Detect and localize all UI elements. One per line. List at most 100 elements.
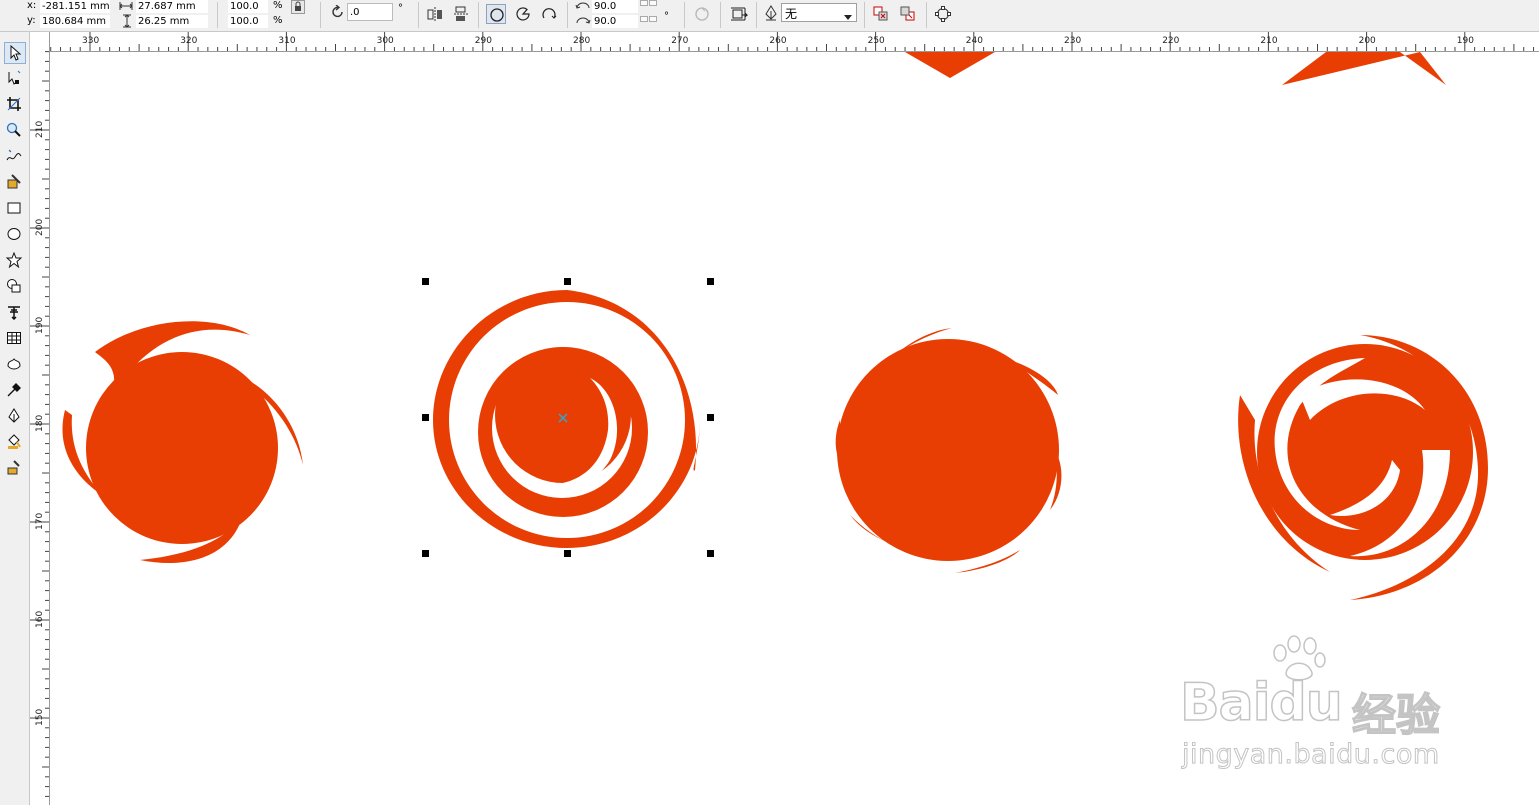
text-tool[interactable]	[4, 302, 26, 324]
star-shape-partial[interactable]	[905, 52, 995, 78]
selection-handle-left[interactable]	[422, 414, 429, 421]
direction-button[interactable]	[692, 4, 712, 24]
convert-to-curves-button[interactable]	[933, 4, 953, 24]
ruler-label: 180	[35, 415, 45, 432]
watermark-url: jingyan.baidu.com	[1182, 739, 1440, 771]
ruler-label: 190	[35, 317, 45, 334]
selection-handle-bottom[interactable]	[564, 550, 571, 557]
rotation-field[interactable]: .0	[347, 3, 393, 21]
ruler-label: 240	[966, 36, 983, 46]
pie-mode-button[interactable]	[513, 4, 533, 24]
shape-tool[interactable]	[4, 68, 26, 90]
percent-label-x: %	[273, 0, 283, 11]
x-position-field[interactable]: -281.151 mm	[40, 0, 110, 13]
selection-handle-top[interactable]	[564, 278, 571, 285]
degree-label-start: °	[664, 0, 669, 7]
ruler-label: 160	[35, 611, 45, 628]
baidu-jingyan-watermark: Baidu 经验 jingyan.baidu.com	[1179, 635, 1460, 775]
degree-label-end: °	[664, 11, 669, 22]
star-shape-partial-2[interactable]	[1282, 52, 1446, 85]
percent-label-y: %	[273, 15, 283, 26]
watermark-jingyan-text: 经验	[1351, 689, 1441, 742]
interactive-fill-tool[interactable]	[4, 458, 26, 480]
degree-label: °	[398, 3, 403, 14]
end-angle-up[interactable]	[649, 16, 657, 22]
ruler-label: 150	[35, 709, 45, 726]
selection-handle-bottom-left[interactable]	[422, 550, 429, 557]
toolbox	[0, 32, 30, 805]
selection-handle-bottom-right[interactable]	[707, 550, 714, 557]
spiral-galaxy-shape[interactable]	[1238, 335, 1488, 600]
ruler-label: 250	[868, 36, 885, 46]
ruler-label: 230	[1064, 36, 1081, 46]
ruler-label: 260	[769, 36, 786, 46]
polygon-tool[interactable]	[4, 250, 26, 272]
start-angle-field[interactable]: 90.0	[592, 0, 638, 13]
mirror-vertical-button[interactable]	[451, 4, 471, 24]
outline-pen-icon	[764, 5, 778, 24]
ruler-label: 210	[1260, 36, 1277, 46]
zoom-tool[interactable]	[4, 120, 26, 142]
y-position-field[interactable]: 180.684 mm	[40, 15, 110, 28]
property-bar: x: -281.151 mm y: 180.684 mm 27.687 mm 2…	[0, 0, 1539, 32]
horizontal-ruler[interactable]: 330 320 310 300 290 280 270 260 250 240 230 220 210 2…	[49, 32, 1539, 52]
scale-y-field[interactable]: 100.0	[228, 15, 268, 28]
fill-tool[interactable]	[4, 432, 26, 454]
outline-width-select[interactable]: 无	[781, 3, 857, 22]
selection-handle-top-left[interactable]	[422, 278, 429, 285]
ruler-label: 330	[82, 36, 99, 46]
ruler-label: 190	[1457, 36, 1474, 46]
vertical-ruler[interactable]: 210 200 190 180 170 160 150	[30, 32, 50, 805]
basic-shapes-tool[interactable]	[4, 276, 26, 298]
to-back-button[interactable]	[898, 4, 918, 24]
y-label: y:	[27, 15, 36, 26]
mirror-horizontal-button[interactable]	[425, 4, 445, 24]
start-angle-icon	[575, 0, 591, 13]
selection-handle-top-right[interactable]	[707, 278, 714, 285]
swirl-circle-3[interactable]	[835, 328, 1062, 573]
ruler-label: 170	[35, 513, 45, 530]
wrap-text-button[interactable]	[728, 4, 748, 24]
ruler-label: 320	[180, 36, 197, 46]
smart-fill-tool[interactable]	[4, 172, 26, 194]
ruler-label: 200	[1359, 36, 1376, 46]
end-angle-down[interactable]	[640, 16, 648, 22]
start-angle-up[interactable]	[649, 0, 657, 6]
start-angle-down[interactable]	[640, 0, 648, 6]
ruler-label: 270	[671, 36, 688, 46]
width-field[interactable]: 27.687 mm	[136, 0, 208, 13]
end-angle-field[interactable]: 90.0	[592, 15, 638, 28]
watermark-logo-text: Baidu	[1179, 672, 1343, 734]
swirl-circle-1[interactable]	[62, 321, 303, 564]
x-label: x:	[27, 0, 37, 11]
ellipse-mode-button[interactable]	[486, 4, 506, 24]
pick-tool[interactable]	[4, 42, 26, 64]
selection-handle-right[interactable]	[707, 414, 714, 421]
rectangle-tool[interactable]	[4, 198, 26, 220]
lock-ratio-icon[interactable]	[291, 0, 305, 17]
concentric-swirl-circle[interactable]	[433, 290, 700, 548]
end-angle-icon	[575, 15, 591, 28]
to-front-button[interactable]	[871, 4, 891, 24]
rotate-icon	[331, 4, 345, 22]
ruler-label: 280	[573, 36, 590, 46]
arc-mode-button[interactable]	[539, 4, 559, 24]
scale-x-field[interactable]: 100.0	[228, 0, 268, 13]
chevron-down-icon	[844, 10, 852, 23]
table-tool[interactable]	[4, 328, 26, 350]
ruler-label: 300	[377, 36, 394, 46]
outline-tool[interactable]	[4, 406, 26, 428]
crop-tool[interactable]	[4, 94, 26, 116]
height-icon	[121, 14, 133, 31]
ruler-label: 290	[475, 36, 492, 46]
ellipse-tool[interactable]	[4, 224, 26, 246]
ruler-label: 310	[278, 36, 295, 46]
ruler-label: 220	[1162, 36, 1179, 46]
eyedropper-tool[interactable]	[4, 380, 26, 402]
freehand-tool[interactable]	[4, 146, 26, 168]
width-icon	[119, 0, 133, 15]
height-field[interactable]: 26.25 mm	[136, 15, 208, 28]
ruler-label: 210	[35, 121, 45, 138]
interactive-tool[interactable]	[4, 354, 26, 376]
outline-width-value: 无	[785, 7, 798, 21]
